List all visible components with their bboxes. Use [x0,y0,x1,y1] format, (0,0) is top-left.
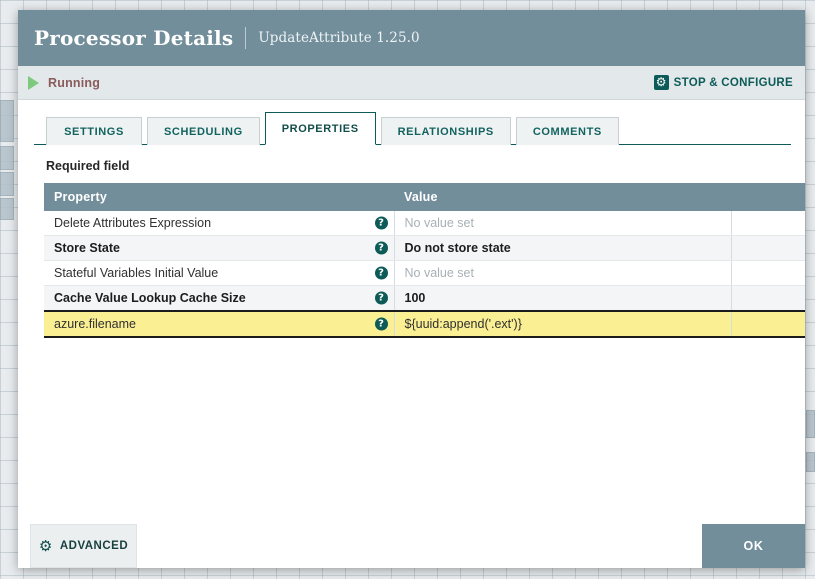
question-mark-icon[interactable]: ? [375,267,388,280]
tab-comments[interactable]: COMMENTS [516,117,619,145]
property-actions-cell [731,311,805,337]
processor-type-version: UpdateAttribute 1.25.0 [258,30,419,46]
table-row[interactable]: azure.filename? ${uuid:append('.ext')} [44,311,805,337]
property-name-label: Delete Attributes Expression [54,216,211,230]
column-header-value[interactable]: Value [394,183,731,211]
stop-and-configure-button[interactable]: ⚙ STOP & CONFIGURE [654,75,793,90]
gear-icon: ⚙ [39,539,53,553]
property-value-cell[interactable]: No value set [394,211,731,236]
property-name-label: Store State [54,241,120,255]
play-triangle-icon [28,76,39,90]
ok-button[interactable]: OK [702,524,805,568]
table-row[interactable]: Store State? Do not store state [44,236,805,261]
property-name-cell[interactable]: Cache Value Lookup Cache Size? [44,286,394,312]
canvas-ghost-component-left-1 [0,100,14,142]
page-title: Processor Details [34,26,233,50]
property-value-cell[interactable]: Do not store state [394,236,731,261]
property-name-cell[interactable]: Stateful Variables Initial Value? [44,261,394,286]
property-value-cell[interactable]: ${uuid:append('.ext')} [394,311,731,337]
canvas-ghost-component-left-4 [0,198,14,220]
table-row[interactable]: Cache Value Lookup Cache Size? 100 [44,286,805,312]
tab-label: COMMENTS [533,126,602,138]
property-name-label: Cache Value Lookup Cache Size [54,291,246,305]
tab-settings[interactable]: SETTINGS [46,117,142,145]
property-name-label: Stateful Variables Initial Value [54,266,218,280]
dialog-body: SETTINGS SCHEDULING PROPERTIES RELATIONSHIP… [18,100,805,524]
tab-properties[interactable]: PROPERTIES [265,112,376,145]
property-table: Property Value Delete Attributes Express… [44,183,805,338]
run-status-label: Running [48,76,100,90]
property-table-header-row: Property Value [44,183,805,211]
canvas-ghost-component-left-2 [0,146,14,170]
required-field-note: Required field [46,159,791,173]
tab-label: PROPERTIES [282,123,359,135]
ok-button-label: OK [744,539,764,553]
property-value-cell[interactable]: No value set [394,261,731,286]
property-actions-cell [731,286,805,312]
property-table-body: Delete Attributes Expression? No value se… [44,211,805,337]
question-mark-icon[interactable]: ? [375,242,388,255]
question-mark-icon[interactable]: ? [375,292,388,305]
property-name-cell[interactable]: Store State? [44,236,394,261]
property-actions-cell [731,261,805,286]
tab-strip: SETTINGS SCHEDULING PROPERTIES RELATIONSHIP… [34,114,791,145]
property-name-cell[interactable]: Delete Attributes Expression? [44,211,394,236]
property-name-label: azure.filename [54,317,136,331]
property-value-label: No value set [405,216,474,230]
property-table-head: Property Value [44,183,805,211]
tab-relationships[interactable]: RELATIONSHIPS [381,117,511,145]
property-value-cell[interactable]: 100 [394,286,731,312]
canvas-ghost-component-right-1 [806,410,815,438]
advanced-button[interactable]: ⚙ ADVANCED [30,524,137,568]
canvas-ghost-component-right-2 [806,452,815,472]
table-row[interactable]: Delete Attributes Expression? No value se… [44,211,805,236]
property-actions-cell [731,236,805,261]
stop-and-configure-label: STOP & CONFIGURE [674,77,793,89]
column-header-actions [731,183,805,211]
tab-label: SETTINGS [64,126,124,138]
table-row[interactable]: Stateful Variables Initial Value? No valu… [44,261,805,286]
title-divider [245,27,246,49]
processor-details-dialog: Processor Details UpdateAttribute 1.25.0… [18,10,805,568]
status-bar: Running ⚙ STOP & CONFIGURE [18,66,805,100]
question-mark-icon[interactable]: ? [375,318,388,331]
dialog-footer: ⚙ ADVANCED OK [18,524,805,568]
property-actions-cell [731,211,805,236]
canvas-ghost-component-left-3 [0,172,14,196]
tab-label: RELATIONSHIPS [398,126,494,138]
property-value-label: 100 [405,291,426,305]
property-value-label: Do not store state [405,241,511,255]
property-value-label: No value set [405,266,474,280]
tab-label: SCHEDULING [164,126,243,138]
tab-scheduling[interactable]: SCHEDULING [147,117,260,145]
property-value-label: ${uuid:append('.ext')} [405,317,522,331]
column-header-property[interactable]: Property [44,183,394,211]
advanced-button-label: ADVANCED [60,540,128,552]
gear-icon: ⚙ [654,75,669,90]
footer-spacer [137,524,702,568]
question-mark-icon[interactable]: ? [375,217,388,230]
property-name-cell[interactable]: azure.filename? [44,311,394,337]
dialog-header: Processor Details UpdateAttribute 1.25.0 [18,10,805,66]
